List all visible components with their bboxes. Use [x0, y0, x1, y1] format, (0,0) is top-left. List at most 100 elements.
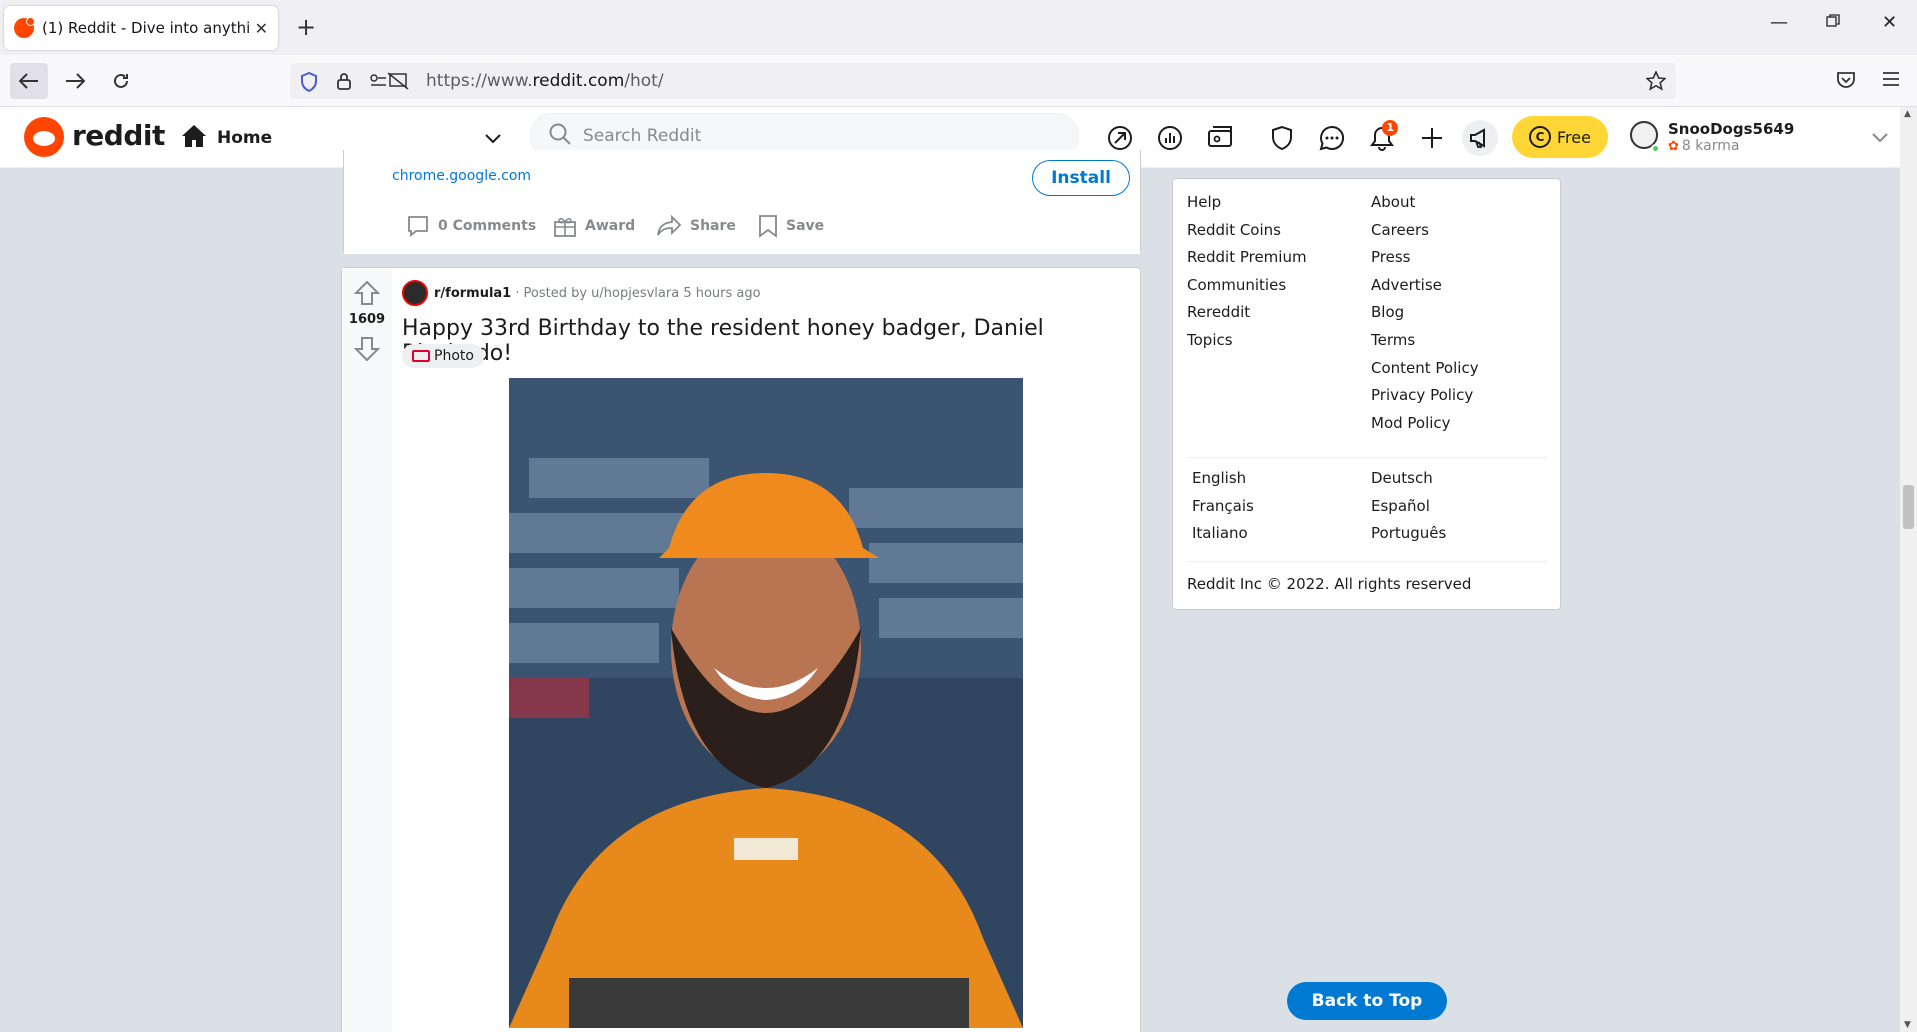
post-meta: r/formula1 · Posted by u/hopjesvlara 5 h… [402, 280, 761, 306]
footer-link-communities[interactable]: Communities [1187, 272, 1307, 300]
chevron-down-icon [485, 129, 501, 148]
footer-link-terms[interactable]: Terms [1371, 327, 1479, 355]
notifications-icon[interactable]: 1 [1364, 120, 1400, 156]
footer-links-right: About Careers Press Advertise Blog Terms… [1371, 189, 1479, 437]
shield-icon[interactable] [300, 71, 318, 96]
bookmark-icon [758, 214, 778, 238]
upvote-icon[interactable] [353, 280, 381, 310]
user-menu[interactable]: SnooDogs5649 ✿ 8 karma [1628, 112, 1888, 162]
create-post-icon[interactable] [1414, 120, 1450, 156]
vote-count: 1609 [348, 312, 386, 327]
language-links-left: English Français Italiano [1192, 465, 1254, 548]
karma-count: ✿ 8 karma [1668, 138, 1740, 154]
footer-link-topics[interactable]: Topics [1187, 327, 1307, 355]
page-scrollbar[interactable]: ▲ ▼ [1900, 107, 1917, 1032]
comment-icon [406, 214, 430, 238]
notification-badge: 1 [1382, 120, 1398, 136]
language-english[interactable]: English [1192, 465, 1254, 493]
forward-icon[interactable] [56, 63, 94, 99]
post-flair[interactable]: Photo [402, 344, 484, 368]
language-portugues[interactable]: Português [1371, 520, 1446, 548]
free-label: Free [1557, 127, 1591, 147]
install-button[interactable]: Install [1032, 160, 1130, 196]
karma-icon: ✿ [1668, 138, 1679, 154]
save-button[interactable]: Save [758, 210, 824, 242]
promoted-post: chrome.google.com Install 0 Comments Awa… [343, 150, 1141, 254]
reload-icon[interactable] [102, 63, 140, 99]
restore-icon[interactable] [1826, 12, 1840, 33]
reddit-logo-icon[interactable] [24, 117, 64, 157]
footer-link-reddit-premium[interactable]: Reddit Premium [1187, 244, 1307, 272]
sidebar-footer-card: Help Reddit Coins Reddit Premium Communi… [1172, 178, 1561, 610]
live-icon[interactable] [1203, 120, 1239, 156]
url-bar[interactable]: https://www.reddit.com/hot/ [290, 63, 1676, 99]
tab-title: (1) Reddit - Dive into anything [42, 19, 249, 37]
reddit-wordmark[interactable]: reddit [72, 119, 165, 152]
close-window-icon[interactable]: ✕ [1882, 12, 1897, 33]
footer-link-press[interactable]: Press [1371, 244, 1479, 272]
post-action-bar: 0 Comments Award Share Save [344, 200, 1140, 254]
divider [1187, 561, 1547, 562]
scroll-thumb[interactable] [1903, 485, 1914, 529]
post-title[interactable]: Happy 33rd Birthday to the resident hone… [402, 316, 1140, 366]
stats-icon[interactable] [1152, 120, 1188, 156]
permissions-icon[interactable] [370, 72, 410, 94]
browser-nav-bar: https://www.reddit.com/hot/ [0, 55, 1917, 107]
camera-icon [412, 350, 430, 362]
minimize-icon[interactable]: — [1770, 12, 1788, 33]
post-image[interactable] [509, 378, 1023, 1028]
subreddit-link[interactable]: r/formula1 [434, 286, 511, 301]
username: SnooDogs5649 [1668, 120, 1795, 138]
footer-link-about[interactable]: About [1371, 189, 1479, 217]
divider [1187, 457, 1547, 458]
search-icon [549, 123, 571, 149]
bookmark-star-icon[interactable] [1645, 70, 1667, 95]
footer-link-reddit-coins[interactable]: Reddit Coins [1187, 217, 1307, 245]
online-indicator [1651, 144, 1660, 153]
vote-column: 1609 [342, 268, 392, 1032]
footer-link-help[interactable]: Help [1187, 189, 1307, 217]
language-espanol[interactable]: Español [1371, 493, 1446, 521]
menu-icon[interactable] [1882, 71, 1900, 91]
new-tab-icon[interactable]: + [296, 12, 316, 42]
home-label: Home [217, 128, 273, 148]
language-links-right: Deutsch Español Português [1371, 465, 1446, 548]
copyright: Reddit Inc © 2022. All rights reserved [1187, 575, 1472, 593]
footer-link-rereddit[interactable]: Rereddit [1187, 299, 1307, 327]
footer-links-left: Help Reddit Coins Reddit Premium Communi… [1187, 189, 1307, 355]
share-icon [656, 215, 682, 237]
footer-link-content-policy[interactable]: Content Policy [1371, 355, 1479, 383]
footer-link-careers[interactable]: Careers [1371, 217, 1479, 245]
language-francais[interactable]: Français [1192, 493, 1254, 521]
search-input[interactable] [583, 126, 1063, 146]
ad-domain-link[interactable]: chrome.google.com [392, 168, 531, 184]
subreddit-icon[interactable] [402, 280, 428, 306]
url-text: https://www.reddit.com/hot/ [426, 71, 664, 91]
back-icon[interactable] [10, 63, 48, 99]
footer-link-privacy-policy[interactable]: Privacy Policy [1371, 382, 1479, 410]
browser-tab-bar: (1) Reddit - Dive into anything ✕ + — ✕ [0, 0, 1917, 55]
share-button[interactable]: Share [656, 210, 736, 242]
chat-icon[interactable] [1314, 120, 1350, 156]
reddit-favicon-icon [14, 17, 35, 38]
browser-tab[interactable]: (1) Reddit - Dive into anything ✕ [4, 6, 278, 50]
comments-button[interactable]: 0 Comments [406, 210, 536, 242]
free-coins-button[interactable]: C Free [1512, 116, 1608, 158]
language-deutsch[interactable]: Deutsch [1371, 465, 1446, 493]
pocket-icon[interactable] [1836, 71, 1856, 93]
footer-link-blog[interactable]: Blog [1371, 299, 1479, 327]
mod-shield-icon[interactable] [1264, 120, 1300, 156]
downvote-icon[interactable] [353, 336, 381, 366]
footer-link-advertise[interactable]: Advertise [1371, 272, 1479, 300]
advertise-icon[interactable] [1462, 120, 1498, 156]
award-button[interactable]: Award [553, 210, 635, 242]
back-to-top-button[interactable]: Back to Top [1287, 982, 1447, 1020]
close-tab-icon[interactable]: ✕ [255, 19, 268, 38]
post-card[interactable]: 1609 r/formula1 · Posted by u/hopjesvlar… [341, 267, 1141, 1032]
scroll-up-icon[interactable]: ▲ [1904, 109, 1911, 119]
scroll-down-icon[interactable]: ▼ [1904, 1020, 1911, 1030]
footer-link-mod-policy[interactable]: Mod Policy [1371, 410, 1479, 438]
language-italiano[interactable]: Italiano [1192, 520, 1254, 548]
lock-icon[interactable] [336, 71, 352, 95]
coin-icon: C [1529, 126, 1552, 148]
